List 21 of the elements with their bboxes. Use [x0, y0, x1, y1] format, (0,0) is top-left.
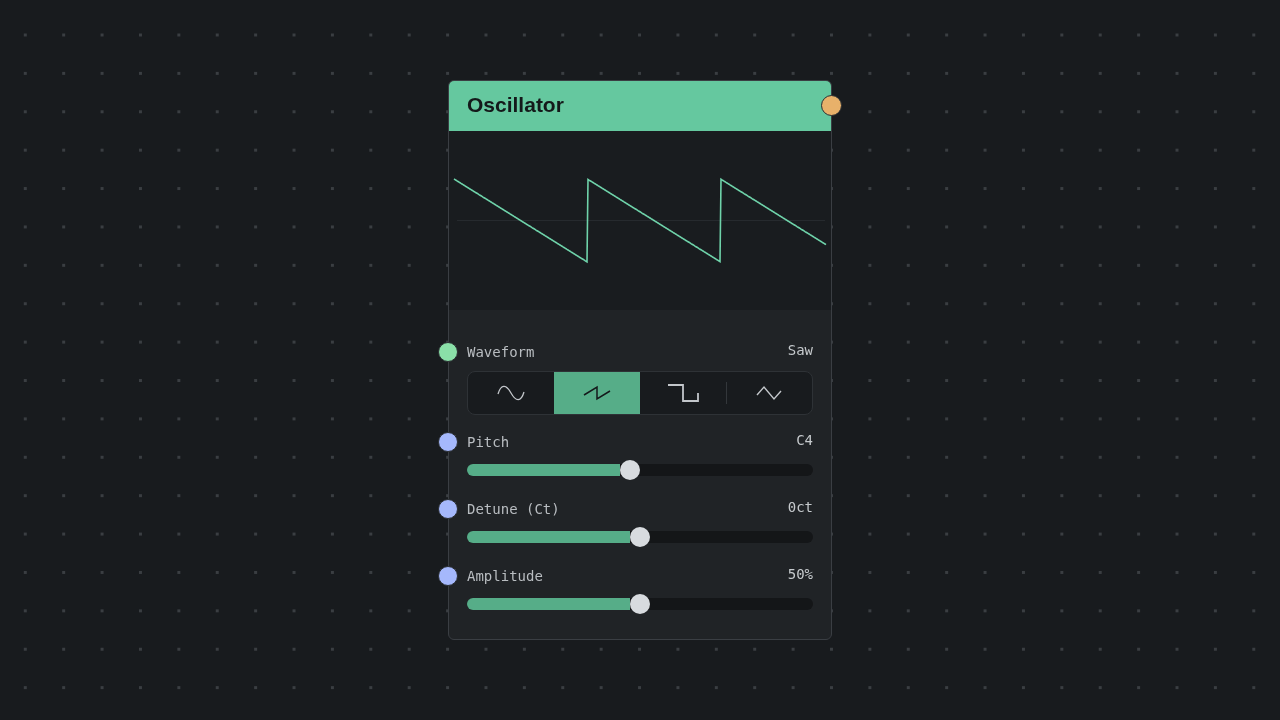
triangle-wave-icon: [756, 385, 783, 401]
sine-wave-icon: [496, 384, 525, 402]
sawtooth-wave-icon: [582, 385, 611, 401]
input-port-icon[interactable]: [438, 566, 458, 586]
output-port-icon[interactable]: [821, 95, 842, 116]
input-port-icon[interactable]: [438, 499, 458, 519]
control-value: 0ct: [787, 498, 813, 516]
input-port-icon[interactable]: [438, 432, 458, 452]
slider-thumb[interactable]: [619, 460, 640, 480]
control-label: Detune (Ct): [467, 500, 560, 518]
control-value: Saw: [787, 341, 813, 359]
node-title: Oscillator: [467, 93, 564, 117]
square-wave-icon: [667, 384, 700, 402]
control-value: 50%: [787, 565, 813, 583]
slider-thumb[interactable]: [630, 594, 650, 614]
control-label: Amplitude: [467, 567, 543, 585]
control-label: Pitch: [467, 433, 510, 451]
input-port-icon[interactable]: [438, 342, 458, 362]
slider-thumb[interactable]: [630, 527, 650, 547]
control-value: C4: [796, 431, 813, 449]
control-label: Waveform: [467, 343, 535, 361]
